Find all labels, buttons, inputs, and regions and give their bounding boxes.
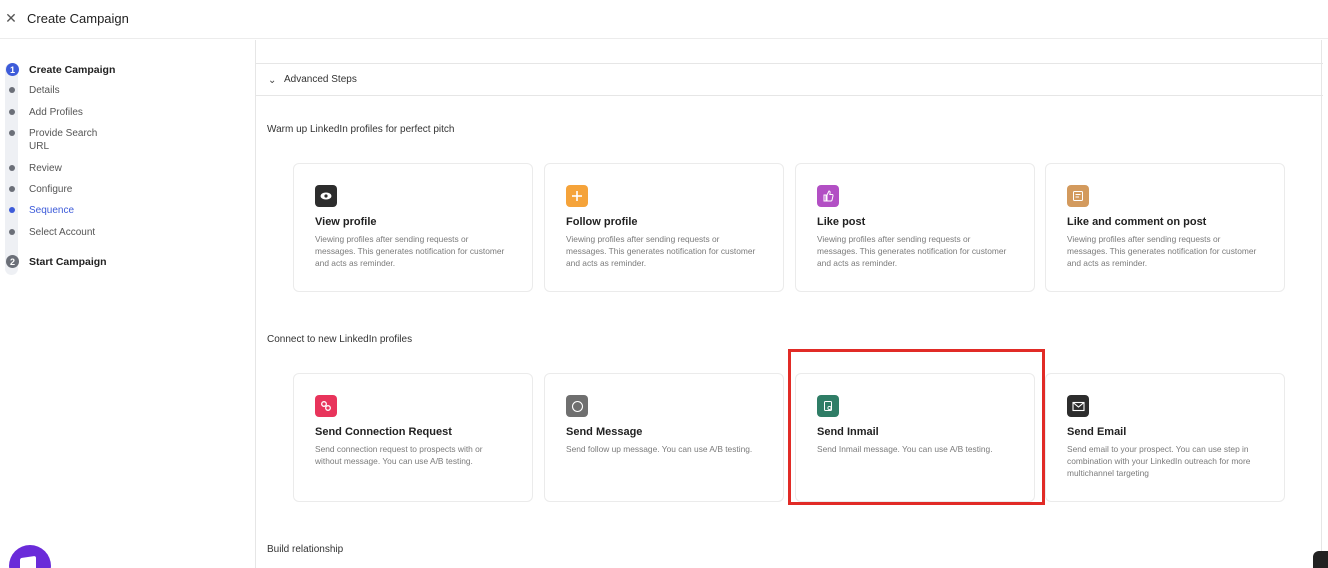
substep-review[interactable]: Review	[29, 162, 119, 175]
card-like-and-comment[interactable]: Like and comment on post Viewing profile…	[1045, 163, 1285, 292]
substep-dot	[9, 109, 15, 115]
thumbs-up-icon	[817, 185, 839, 207]
card-description: Send connection request to prospects wit…	[315, 444, 483, 466]
step-1-badge: 1	[6, 63, 19, 76]
substep-dot	[9, 229, 15, 235]
card-description: Send email to your prospect. You can use…	[1067, 444, 1251, 478]
inmail-icon	[817, 395, 839, 417]
substep-dot	[9, 130, 15, 136]
card-title: Send Email	[1067, 426, 1127, 438]
card-send-email[interactable]: Send Email Send email to your prospect. …	[1045, 373, 1285, 502]
sidebar-stepper: 1 Create Campaign Details Add Profiles P…	[0, 40, 255, 568]
card-description: Viewing profiles after sending requests …	[817, 234, 1007, 268]
step-create-campaign[interactable]: Create Campaign	[29, 64, 115, 76]
card-description: Send Inmail message. You can use A/B tes…	[817, 444, 993, 454]
substep-dot	[9, 165, 15, 171]
card-description: Viewing profiles after sending requests …	[1067, 234, 1257, 268]
card-title: Send Inmail	[817, 426, 879, 438]
card-title: Like and comment on post	[1067, 216, 1207, 228]
section-title-connect: Connect to new LinkedIn profiles	[267, 334, 413, 345]
substep-provide-search-url[interactable]: Provide Search URL	[29, 127, 109, 153]
substep-details[interactable]: Details	[29, 84, 119, 97]
card-title: Like post	[817, 216, 866, 228]
card-send-message[interactable]: Send Message Send follow up message. You…	[544, 373, 784, 502]
section-title-warm-up: Warm up LinkedIn profiles for perfect pi…	[267, 124, 455, 135]
substep-configure[interactable]: Configure	[29, 183, 119, 196]
substep-add-profiles[interactable]: Add Profiles	[29, 106, 119, 119]
chat-icon	[566, 395, 588, 417]
card-view-profile[interactable]: View profile Viewing profiles after send…	[293, 163, 533, 292]
chevron-down-icon: ⌄	[268, 75, 277, 86]
card-follow-profile[interactable]: Follow profile Viewing profiles after se…	[544, 163, 784, 292]
substep-dot	[9, 87, 15, 93]
page-title: Create Campaign	[27, 11, 129, 26]
collapsed-section-row[interactable]	[256, 40, 1323, 64]
card-description: Viewing profiles after sending requests …	[315, 234, 505, 268]
substep-dot	[9, 186, 15, 192]
substep-sequence[interactable]: Sequence	[29, 204, 119, 217]
envelope-icon	[1067, 395, 1089, 417]
section-title-build-relationship: Build relationship	[267, 544, 344, 555]
top-bar: ✕ Create Campaign	[0, 0, 1328, 39]
card-title: View profile	[315, 216, 377, 228]
comment-icon	[1067, 185, 1089, 207]
card-title: Send Connection Request	[315, 426, 452, 438]
card-send-connection-request[interactable]: Send Connection Request Send connection …	[293, 373, 533, 502]
plus-icon	[566, 185, 588, 207]
eye-icon	[315, 185, 337, 207]
link-icon	[315, 395, 337, 417]
step-start-campaign[interactable]: Start Campaign	[29, 256, 107, 268]
advanced-steps-header[interactable]: ⌄ Advanced Steps	[256, 64, 1323, 96]
card-title: Follow profile	[566, 216, 638, 228]
card-description: Viewing profiles after sending requests …	[566, 234, 756, 268]
card-like-post[interactable]: Like post Viewing profiles after sending…	[795, 163, 1035, 292]
card-title: Send Message	[566, 426, 643, 438]
sequence-panel: ⌄ Advanced Steps Warm up LinkedIn profil…	[255, 40, 1323, 568]
card-send-inmail[interactable]: Send Inmail Send Inmail message. You can…	[795, 373, 1035, 502]
substep-select-account[interactable]: Select Account	[29, 226, 119, 239]
corner-widget[interactable]	[1313, 551, 1328, 568]
chat-bubble-icon	[20, 555, 36, 568]
card-description: Send follow up message. You can use A/B …	[566, 444, 753, 454]
advanced-steps-title: Advanced Steps	[284, 74, 357, 85]
substep-dot-current	[9, 207, 15, 213]
close-icon[interactable]: ✕	[4, 10, 18, 26]
step-2-badge: 2	[6, 255, 19, 268]
